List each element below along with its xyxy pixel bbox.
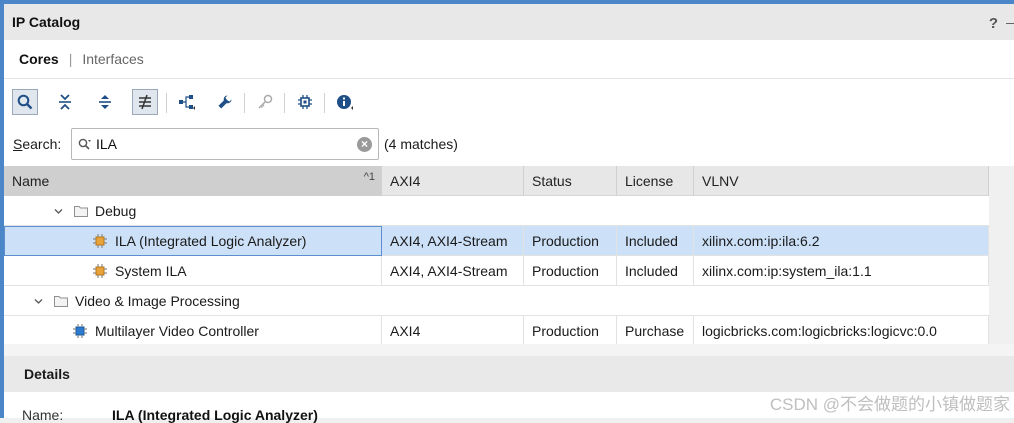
toolbar-separator bbox=[324, 93, 325, 113]
row-license: Purchase bbox=[617, 316, 694, 346]
search-input[interactable] bbox=[94, 132, 354, 156]
row-name: Video & Image Processing bbox=[75, 293, 240, 309]
folder-icon bbox=[74, 206, 88, 217]
row-status: Production bbox=[524, 226, 617, 256]
sort-ascending-icon: ^1 bbox=[363, 171, 375, 183]
toolbar-separator bbox=[166, 93, 167, 113]
hierarchy-button[interactable] bbox=[174, 89, 200, 115]
row-name: Multilayer Video Controller bbox=[95, 323, 259, 339]
row-license: Included bbox=[617, 256, 694, 286]
details-header: Details bbox=[4, 356, 1014, 392]
table-row-multilayer-video-controller[interactable]: Multilayer Video Controller AXI4 Product… bbox=[4, 316, 989, 346]
row-status: Production bbox=[524, 256, 617, 286]
row-vlnv: xilinx.com:ip:ila:6.2 bbox=[694, 226, 989, 256]
expand-all-button[interactable] bbox=[92, 89, 118, 115]
column-header-vlnv[interactable]: VLNV bbox=[694, 166, 989, 196]
details-name-value: ILA (Integrated Logic Analyzer) bbox=[112, 407, 318, 423]
tab-interfaces[interactable]: Interfaces bbox=[82, 51, 143, 67]
row-vlnv: xilinx.com:ip:system_ila:1.1 bbox=[694, 256, 989, 286]
minimize-icon[interactable]: _ bbox=[1006, 8, 1014, 24]
column-header-status[interactable]: Status bbox=[524, 166, 617, 196]
column-header-axi4[interactable]: AXI4 bbox=[382, 166, 524, 196]
chip-icon bbox=[298, 95, 312, 109]
chevron-down-icon[interactable] bbox=[54, 207, 63, 216]
group-by-icon bbox=[139, 94, 151, 110]
column-header-name[interactable]: Name ^1 bbox=[4, 166, 382, 196]
toolbar bbox=[4, 78, 1014, 124]
row-name: ILA (Integrated Logic Analyzer) bbox=[115, 233, 307, 249]
ip-core-icon bbox=[93, 264, 107, 278]
info-icon bbox=[337, 95, 353, 110]
expand-all-icon bbox=[99, 95, 111, 109]
help-icon[interactable]: ? bbox=[989, 15, 998, 32]
hierarchy-icon bbox=[179, 95, 195, 110]
ip-catalog-table: Name ^1 AXI4 Status License VLNV Debug I… bbox=[4, 166, 989, 346]
row-name: Debug bbox=[95, 203, 137, 219]
row-license: Included bbox=[617, 226, 694, 256]
ip-core-icon bbox=[73, 324, 87, 338]
clear-search-icon[interactable]: × bbox=[357, 137, 372, 152]
search-box[interactable]: × bbox=[71, 128, 379, 160]
search-row: Search: × (4 matches) bbox=[4, 124, 1014, 166]
table-header: Name ^1 AXI4 Status License VLNV bbox=[4, 166, 989, 196]
row-vlnv: logicbricks.com:logicbricks:logicvc:0.0 bbox=[694, 316, 989, 346]
search-icon bbox=[17, 94, 33, 110]
match-count: (4 matches) bbox=[384, 136, 458, 152]
license-button[interactable] bbox=[252, 89, 278, 115]
row-status: Production bbox=[524, 316, 617, 346]
column-header-license[interactable]: License bbox=[617, 166, 694, 196]
panel-title: IP Catalog bbox=[12, 14, 81, 30]
key-icon bbox=[258, 94, 273, 109]
row-axi4: AXI4, AXI4-Stream bbox=[382, 226, 524, 256]
table-row-ila[interactable]: ILA (Integrated Logic Analyzer) AXI4, AX… bbox=[4, 226, 989, 256]
wrench-icon bbox=[218, 95, 232, 109]
search-toolbar-button[interactable] bbox=[12, 89, 38, 115]
collapse-all-button[interactable] bbox=[52, 89, 78, 115]
tab-cores[interactable]: Cores bbox=[19, 51, 59, 67]
toolbar-separator bbox=[284, 93, 285, 113]
ip-core-icon bbox=[93, 234, 107, 248]
panel-titlebar: IP Catalog ? _ bbox=[4, 4, 1014, 40]
flat-view-button[interactable] bbox=[132, 89, 158, 115]
folder-icon bbox=[54, 296, 68, 307]
search-label: Search: bbox=[13, 136, 62, 152]
ip-info-button[interactable] bbox=[332, 89, 358, 115]
tab-bar: Cores | Interfaces bbox=[4, 40, 1014, 78]
row-axi4: AXI4 bbox=[382, 316, 524, 346]
row-name: System ILA bbox=[115, 263, 187, 279]
details-name-label: Name: bbox=[22, 407, 64, 423]
collapse-all-icon bbox=[59, 94, 71, 110]
search-filter-icon bbox=[78, 138, 91, 150]
tab-separator: | bbox=[68, 51, 73, 67]
watermark: CSDN @不会做题的小镇做题家 bbox=[769, 395, 1010, 414]
table-row-system-ila[interactable]: System ILA AXI4, AXI4-Stream Production … bbox=[4, 256, 989, 286]
toolbar-separator bbox=[244, 93, 245, 113]
table-row-folder-debug[interactable]: Debug bbox=[4, 196, 989, 226]
table-row-folder-video[interactable]: Video & Image Processing bbox=[4, 286, 989, 316]
customize-ip-button[interactable] bbox=[212, 89, 238, 115]
panel-divider[interactable] bbox=[4, 344, 1014, 356]
chevron-down-icon[interactable] bbox=[34, 297, 43, 306]
row-axi4: AXI4, AXI4-Stream bbox=[382, 256, 524, 286]
ip-settings-button[interactable] bbox=[292, 89, 318, 115]
